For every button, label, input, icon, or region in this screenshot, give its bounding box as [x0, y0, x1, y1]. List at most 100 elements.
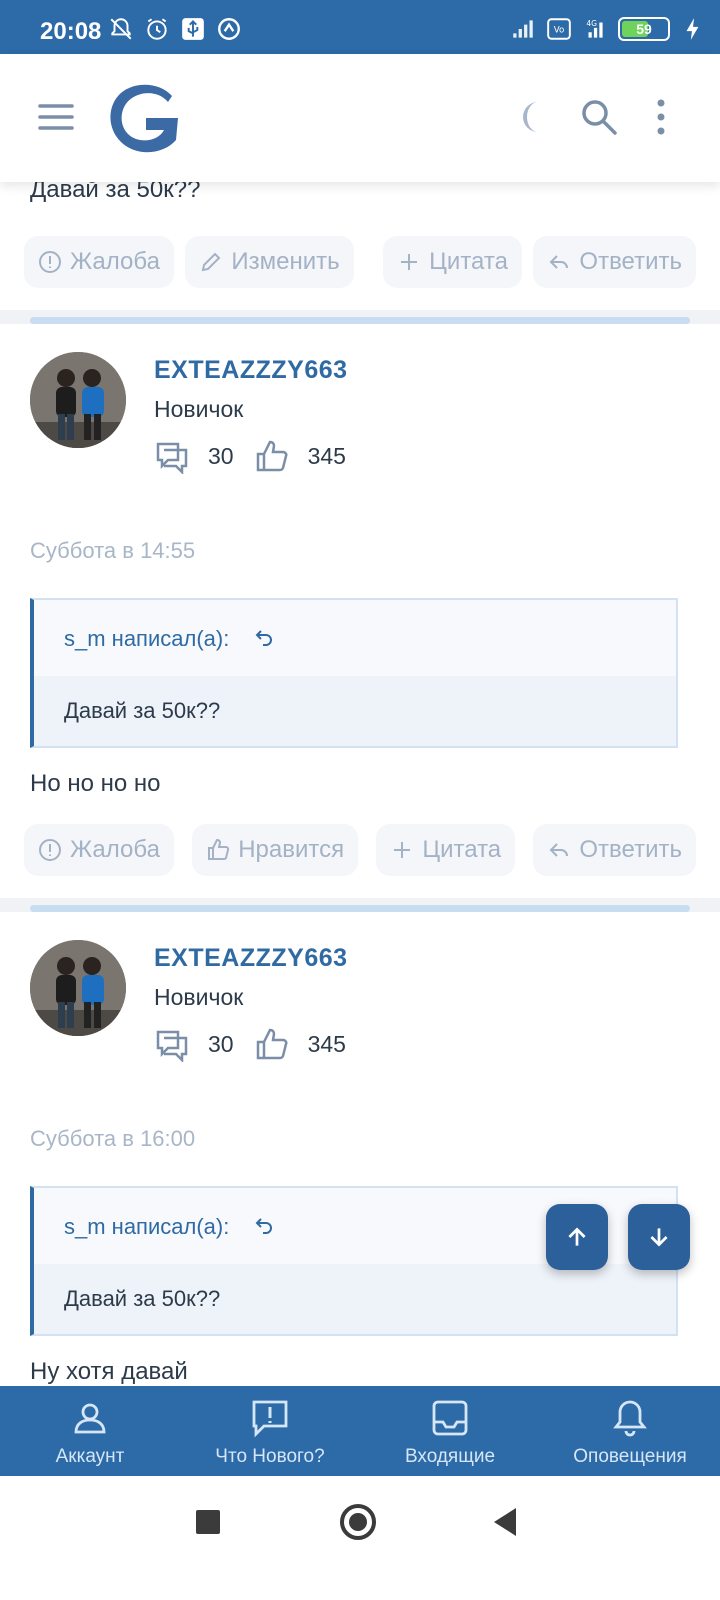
edit-button[interactable]: Изменить	[185, 236, 354, 288]
report-label: Жалоба	[70, 248, 160, 275]
moon-icon[interactable]	[518, 100, 548, 134]
username-link[interactable]: EXTEAZZZY663	[154, 944, 348, 973]
arrow-up-icon	[568, 1227, 586, 1246]
avatar-image	[30, 352, 126, 448]
bell-off-icon	[110, 18, 132, 40]
post-text: Но но но но	[30, 770, 161, 797]
nav-account[interactable]: Аккаунт	[0, 1386, 180, 1476]
search-icon[interactable]	[580, 98, 618, 136]
quote-body: Давай за 50к??	[34, 1264, 676, 1334]
reply-label: Ответить	[579, 248, 682, 275]
likes-count: 345	[307, 442, 346, 469]
post-1: EXTEAZZZY663 Новичок 30 345 Суббота в 14…	[0, 324, 720, 912]
like-icon	[256, 440, 288, 472]
like-button[interactable]: Нравится	[192, 824, 359, 876]
quote-button[interactable]: Цитата	[376, 824, 516, 876]
quote-text: Давай за 50к??	[64, 1286, 221, 1311]
like-icon	[208, 838, 230, 860]
post-top: Давай за 50к?? Жалоба Изменить Цитата От…	[0, 182, 720, 324]
like-label: Нравится	[238, 836, 345, 863]
plus-icon	[394, 842, 411, 858]
avatar[interactable]	[30, 940, 126, 1036]
status-bar: 20:08 Vo 4G 59	[0, 0, 720, 54]
go-to-quote-icon[interactable]	[252, 626, 276, 650]
signal-4g-icon: 4G	[586, 19, 603, 38]
user-role: Новичок	[154, 396, 244, 422]
whats-new-icon	[252, 1400, 288, 1438]
post-date[interactable]: Суббота в 16:00	[30, 1126, 195, 1152]
quote-button[interactable]: Цитата	[383, 236, 522, 288]
nav-whats-new[interactable]: Что Нового?	[180, 1386, 360, 1476]
scroll-up-button[interactable]	[546, 1204, 608, 1270]
volte-icon: Vo	[547, 18, 571, 40]
bell-icon	[613, 1400, 647, 1437]
quote-label: Цитата	[422, 836, 502, 863]
plus-icon	[401, 254, 418, 270]
username-link[interactable]: EXTEAZZZY663	[154, 356, 348, 385]
more-vertical-icon[interactable]	[654, 98, 668, 136]
reply-button[interactable]: Ответить	[533, 824, 696, 876]
post-actions: Жалоба Нравится Цитата Ответить	[24, 824, 696, 876]
alert-icon	[39, 251, 61, 273]
status-icons-left	[108, 16, 242, 42]
quote-author[interactable]: s_m написал(а):	[64, 1214, 229, 1240]
back-button[interactable]	[494, 1508, 516, 1536]
like-icon	[256, 1028, 288, 1060]
post-date[interactable]: Суббота в 14:55	[30, 538, 195, 564]
report-button[interactable]: Жалоба	[24, 236, 174, 288]
usb-icon	[182, 18, 204, 40]
reply-icon	[549, 843, 569, 857]
nav-inbox[interactable]: Входящие	[360, 1386, 540, 1476]
quote-block: s_m написал(а): Давай за 50к??	[30, 598, 678, 748]
messages-icon	[156, 442, 188, 474]
avatar[interactable]	[30, 352, 126, 448]
forum-logo[interactable]	[102, 78, 186, 158]
data-saver-icon	[218, 18, 240, 40]
reply-icon	[549, 255, 569, 269]
pencil-icon	[202, 252, 221, 272]
edit-label: Изменить	[231, 248, 340, 275]
recents-button[interactable]	[196, 1510, 220, 1534]
quote-header[interactable]: s_m написал(а):	[34, 600, 676, 676]
messages-icon	[156, 1030, 188, 1062]
battery-percent: 59	[636, 21, 652, 37]
status-time: 20:08	[40, 18, 102, 45]
user-role: Новичок	[154, 984, 244, 1010]
quote-body: Давай за 50к??	[34, 676, 676, 746]
user-stats: 30 345	[154, 438, 346, 474]
inbox-icon	[432, 1400, 468, 1436]
go-to-quote-icon[interactable]	[252, 1214, 276, 1238]
system-navigation-bar	[0, 1476, 720, 1600]
battery-indicator: 59	[618, 17, 670, 41]
svg-text:Vo: Vo	[554, 25, 565, 35]
quote-author[interactable]: s_m написал(а):	[64, 626, 229, 652]
nav-notifications[interactable]: Оповещения	[540, 1386, 720, 1476]
reply-button[interactable]: Ответить	[533, 236, 696, 288]
alert-icon	[39, 839, 61, 861]
alarm-icon	[147, 18, 167, 40]
quote-label: Цитата	[429, 248, 508, 275]
status-icons-right: Vo 4G 59	[510, 16, 706, 42]
hamburger-icon[interactable]	[38, 102, 74, 132]
post-divider	[30, 317, 690, 324]
arrow-down-icon	[650, 1228, 668, 1247]
post-actions: Жалоба Изменить Цитата Ответить	[24, 236, 696, 288]
post-text: Давай за 50к??	[30, 182, 201, 203]
scroll-down-button[interactable]	[628, 1204, 690, 1270]
user-stats: 30 345	[154, 1026, 346, 1062]
messages-count: 30	[208, 442, 234, 469]
report-label: Жалоба	[70, 836, 160, 863]
post-text: Ну хотя давай	[30, 1358, 188, 1385]
quote-text: Давай за 50к??	[64, 698, 221, 723]
post-2: EXTEAZZZY663 Новичок 30 345 Суббота в 16…	[0, 912, 720, 1386]
nav-inbox-label: Входящие	[404, 1446, 496, 1467]
nav-notifications-label: Оповещения	[573, 1446, 687, 1467]
home-button[interactable]	[340, 1504, 376, 1540]
nav-whats-new-label: Что Нового?	[215, 1446, 325, 1467]
post-divider	[30, 905, 690, 912]
report-button[interactable]: Жалоба	[24, 824, 174, 876]
svg-text:4G: 4G	[586, 19, 597, 28]
app-bar	[0, 54, 720, 182]
charging-icon	[686, 18, 699, 40]
thread-content: Давай за 50к?? Жалоба Изменить Цитата От…	[0, 182, 720, 1386]
